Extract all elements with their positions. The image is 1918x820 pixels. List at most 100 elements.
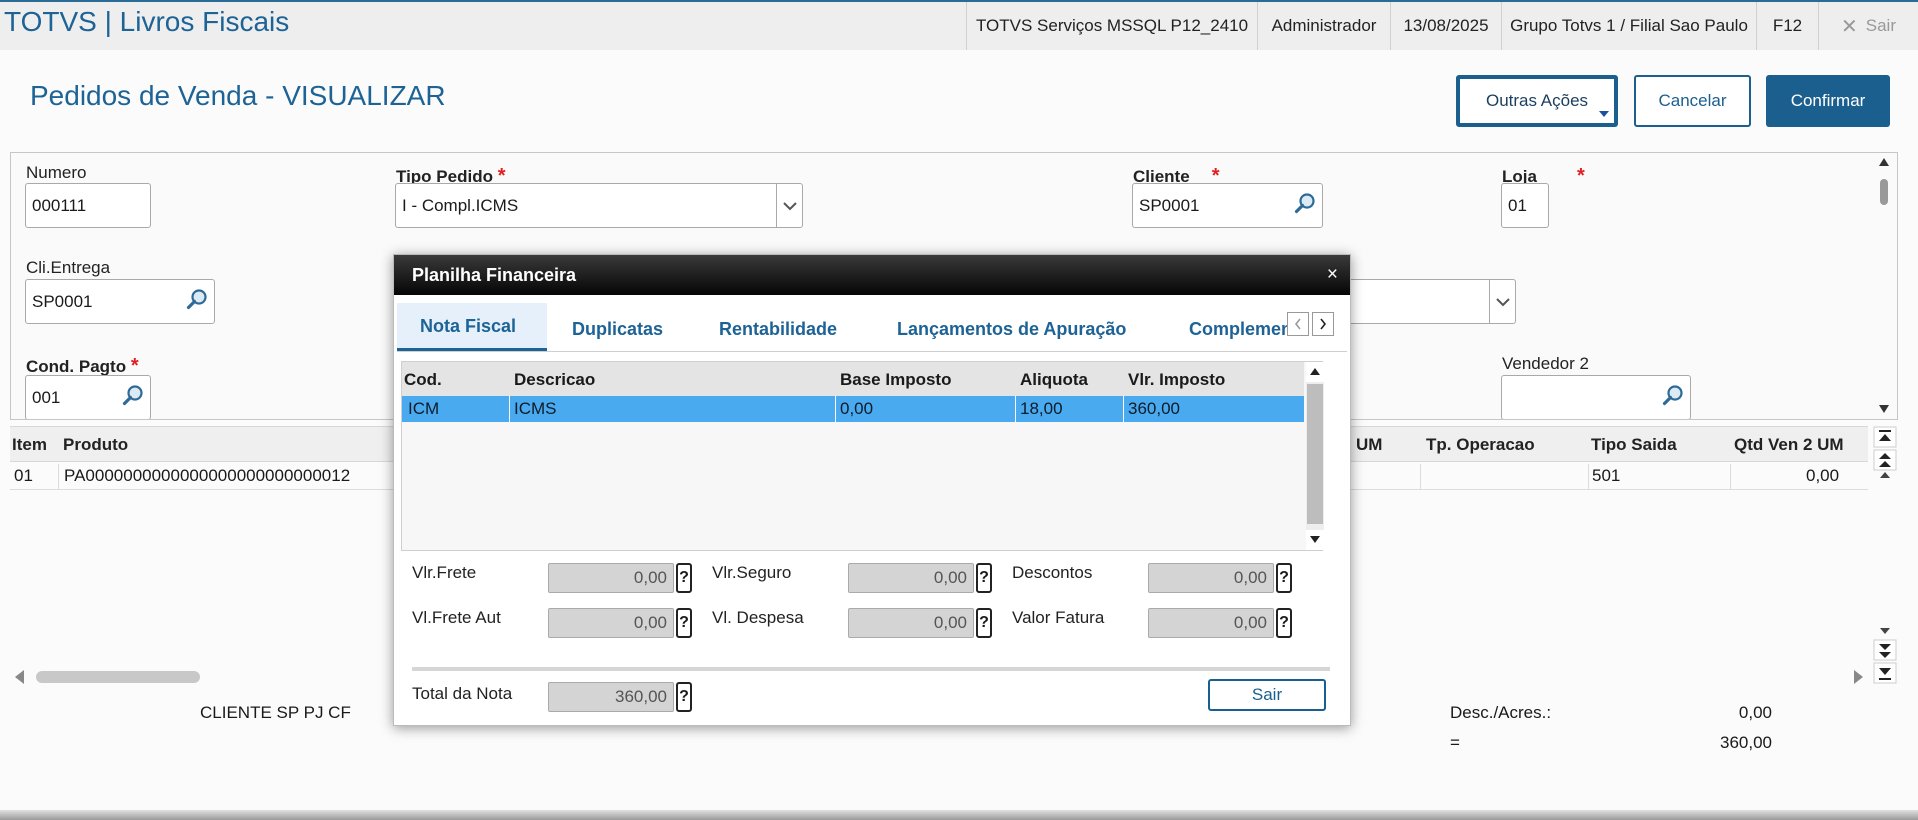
- branch-label[interactable]: Grupo Totvs 1 / Filial Sao Paulo: [1501, 2, 1756, 50]
- col-tipo-saida[interactable]: Tipo Saida: [1591, 435, 1677, 455]
- chevron-down-icon[interactable]: [1489, 280, 1515, 323]
- col-vlr-imposto[interactable]: Vlr. Imposto: [1128, 370, 1225, 390]
- vendedor2-label: Vendedor 2: [1502, 354, 1589, 373]
- tab-next-icon[interactable]: [1312, 312, 1334, 336]
- cli-entrega-label: Cli.Entrega: [26, 258, 111, 277]
- help-button[interactable]: ?: [976, 608, 992, 638]
- vendedor2-field[interactable]: [1501, 375, 1691, 419]
- help-button[interactable]: ?: [1276, 608, 1292, 638]
- tab-rentabilidade[interactable]: Rentabilidade: [719, 319, 837, 340]
- valor-fatura-label: Valor Fatura: [1012, 608, 1105, 627]
- cond-pagto-value: 001: [32, 387, 61, 407]
- table-row[interactable]: ICM ICMS 0,00 18,00 360,00: [402, 396, 1304, 422]
- grid-divider: [509, 396, 510, 422]
- tax-grid-scrollbar[interactable]: [1306, 362, 1324, 550]
- desc-acres-label: Desc./Acres.:: [1450, 703, 1552, 722]
- total-nota-field[interactable]: 360,00: [548, 682, 674, 712]
- dialog-divider: [412, 667, 1330, 671]
- user-label: Administrador: [1257, 2, 1390, 50]
- descontos-field[interactable]: 0,00: [1148, 563, 1274, 593]
- cell-produto: PA0000000000000000000000000012: [64, 466, 351, 485]
- col-produto[interactable]: Produto: [63, 435, 128, 455]
- dialog-exit-button[interactable]: Sair: [1208, 679, 1326, 711]
- grid-divider: [1420, 464, 1421, 490]
- grid-divider: [1588, 464, 1589, 490]
- tab-complemento[interactable]: Complemento: [1189, 305, 1299, 345]
- scroll-left-icon[interactable]: [12, 668, 26, 686]
- tax-grid-header: Cod. Descricao Base Imposto Aliquota Vlr…: [402, 362, 1304, 396]
- help-button[interactable]: ?: [976, 563, 992, 593]
- col-aliquota[interactable]: Aliquota: [1020, 370, 1088, 390]
- vl-frete-aut-label: Vl.Frete Aut: [412, 608, 501, 627]
- required-mark: *: [130, 355, 139, 377]
- search-icon[interactable]: [186, 288, 208, 310]
- loja-field[interactable]: 01: [1501, 183, 1549, 228]
- tabs-divider: [397, 351, 1347, 352]
- search-icon[interactable]: [1662, 384, 1684, 406]
- dialog-title: Planilha Financeira: [412, 265, 577, 285]
- close-icon: ✕: [1841, 15, 1858, 38]
- tipo-pedido-select[interactable]: I - Compl.ICMS: [395, 183, 803, 228]
- tab-duplicatas[interactable]: Duplicatas: [572, 319, 663, 340]
- cliente-field[interactable]: SP0001: [1132, 183, 1323, 228]
- valor-fatura-field[interactable]: 0,00: [1148, 608, 1274, 638]
- cli-entrega-field[interactable]: SP0001: [25, 279, 215, 324]
- help-button[interactable]: ?: [676, 563, 692, 593]
- col-qtd-ven-2um[interactable]: Qtd Ven 2 UM: [1734, 435, 1844, 455]
- grid-divider: [1730, 464, 1731, 490]
- bottom-shadow: [0, 810, 1918, 820]
- help-button[interactable]: ?: [676, 682, 692, 712]
- vlr-frete-label: Vlr.Frete: [412, 563, 477, 582]
- page-title: Pedidos de Venda - VISUALIZAR: [30, 80, 446, 111]
- cell-imposto: 360,00: [1128, 399, 1180, 418]
- cond-pagto-field[interactable]: 001: [25, 375, 151, 419]
- cancel-button[interactable]: Cancelar: [1634, 75, 1751, 127]
- col-cod[interactable]: Cod.: [404, 370, 442, 390]
- col-base-imposto[interactable]: Base Imposto: [840, 370, 951, 390]
- cell-tipo-saida: 501: [1592, 466, 1621, 485]
- tab-prev-icon[interactable]: [1287, 312, 1309, 336]
- cell-item: 01: [14, 466, 33, 485]
- total-value: 360,00: [1720, 733, 1772, 752]
- close-icon[interactable]: ×: [1327, 264, 1338, 286]
- client-name: CLIENTE SP PJ CF: [200, 703, 351, 722]
- horizontal-scroll-thumb[interactable]: [36, 671, 200, 683]
- descontos-label: Descontos: [1012, 563, 1093, 582]
- grid-divider: [1123, 396, 1124, 422]
- f12-button[interactable]: F12: [1756, 2, 1818, 50]
- search-icon[interactable]: [122, 384, 144, 406]
- confirm-button[interactable]: Confirmar: [1766, 75, 1890, 127]
- vlr-frete-field[interactable]: 0,00: [548, 563, 674, 593]
- form-scrollbar[interactable]: [1876, 155, 1892, 417]
- vl-despesa-label: Vl. Despesa: [712, 608, 804, 627]
- col-tp-operacao[interactable]: Tp. Operacao: [1426, 435, 1535, 455]
- other-actions-label: Outras Ações: [1485, 91, 1589, 110]
- numero-label: Numero: [26, 163, 87, 182]
- vlr-seguro-field[interactable]: 0,00: [848, 563, 974, 593]
- vl-frete-aut-field[interactable]: 0,00: [548, 608, 674, 638]
- scroll-right-icon[interactable]: [1852, 668, 1866, 686]
- chevron-down-icon[interactable]: [776, 184, 802, 227]
- desc-acres-value: 0,00: [1738, 703, 1772, 722]
- search-icon[interactable]: [1294, 192, 1316, 214]
- required-mark: *: [1576, 165, 1585, 187]
- tipo-pedido-value: I - Compl.ICMS: [402, 195, 519, 215]
- col-item[interactable]: Item: [12, 435, 47, 455]
- help-button[interactable]: ?: [676, 608, 692, 638]
- help-button[interactable]: ?: [1276, 563, 1292, 593]
- col-descricao[interactable]: Descricao: [514, 370, 595, 390]
- tab-complemento-label: Complemento: [1189, 319, 1299, 339]
- numero-field[interactable]: 000111: [25, 183, 151, 228]
- grid-navigation[interactable]: [1872, 426, 1898, 686]
- col-um[interactable]: UM: [1356, 435, 1382, 455]
- vl-despesa-field[interactable]: 0,00: [848, 608, 974, 638]
- cliente-value: SP0001: [1139, 195, 1200, 215]
- total-nota-label: Total da Nota: [412, 684, 513, 703]
- tab-lancamentos-apuracao[interactable]: Lançamentos de Apuração: [897, 319, 1126, 340]
- other-actions-button[interactable]: Outras Ações: [1456, 75, 1618, 127]
- dialog-title-bar: Planilha Financeira ×: [394, 255, 1350, 295]
- exit-button[interactable]: ✕ Sair: [1818, 2, 1918, 50]
- cell-base: 0,00: [840, 399, 874, 418]
- tab-nota-fiscal-label[interactable]: Nota Fiscal: [420, 316, 516, 337]
- vlr-seguro-label: Vlr.Seguro: [712, 563, 792, 582]
